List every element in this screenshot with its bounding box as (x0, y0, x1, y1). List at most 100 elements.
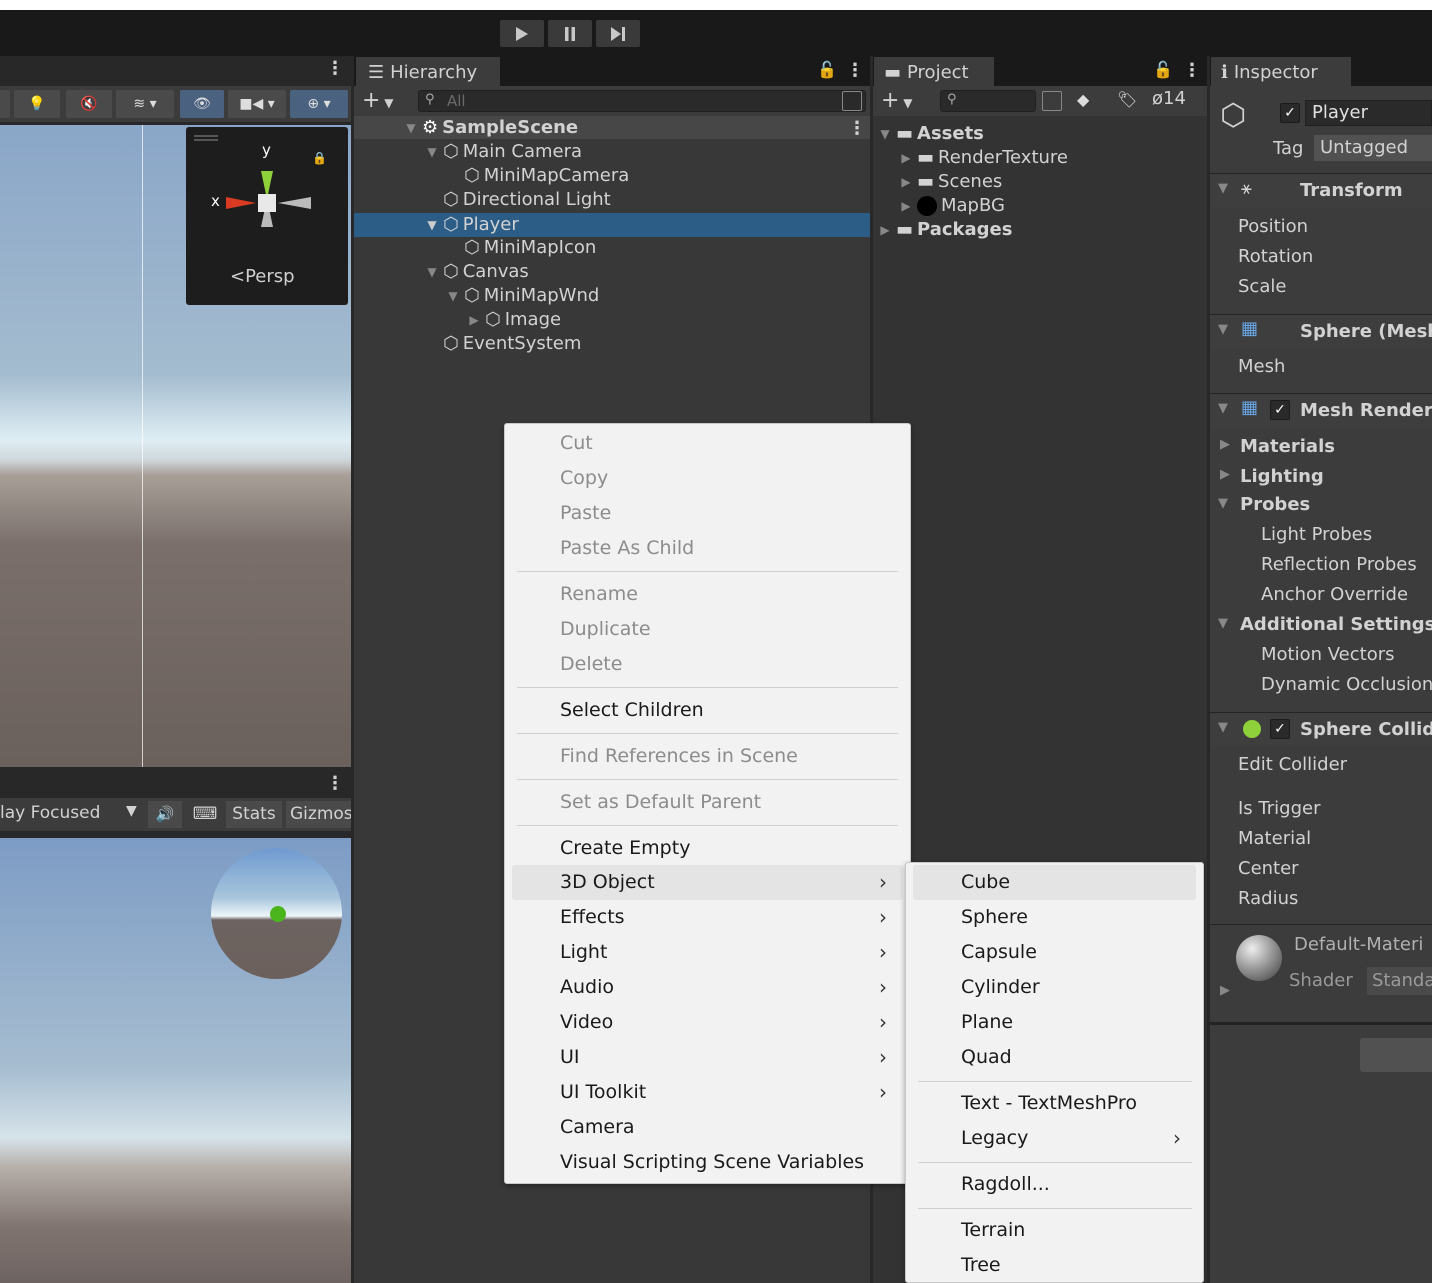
tree-row-samplescene[interactable]: ▼ ⚙ SampleScene (404, 116, 870, 140)
menu-item-camera[interactable]: Camera (560, 1110, 635, 1145)
keyboard-toggle[interactable]: ⌨ (186, 801, 224, 828)
submenu-item-tree[interactable]: Tree (961, 1248, 1001, 1283)
gizmos-dropdown[interactable]: ⊕ ▾ (290, 90, 348, 118)
edit-collider-label[interactable]: Edit Collider (1238, 754, 1347, 775)
stats-button[interactable]: Stats (226, 801, 282, 828)
hierarchy-lock-icon[interactable]: 🔓 (817, 60, 837, 79)
tab-project[interactable]: ▬ Project (874, 57, 994, 87)
menu-item-video[interactable]: Video (560, 1005, 613, 1040)
menu-item-visual-scripting-variables[interactable]: Visual Scripting Scene Variables (560, 1145, 864, 1180)
focus-mode-dropdown[interactable]: lay Focused ▼ (0, 803, 145, 827)
tab-hierarchy[interactable]: ☰ Hierarchy (356, 57, 500, 87)
gizmos-button[interactable]: Gizmos (286, 801, 351, 828)
hierarchy-search-input[interactable]: All (418, 90, 866, 112)
project-row-mapbg[interactable]: ▶ MapBG (899, 194, 1005, 218)
scene-tool-2d[interactable] (0, 90, 10, 118)
effects-dropdown[interactable]: ≋ ▾ (116, 90, 174, 118)
submenu-item-sphere[interactable]: Sphere (961, 900, 1028, 935)
submenu-item-capsule[interactable]: Capsule (961, 935, 1037, 970)
visibility-toggle[interactable]: 👁 (180, 90, 224, 118)
menu-item-ui[interactable]: UI (560, 1040, 580, 1075)
menu-item-copy[interactable]: Copy (560, 461, 608, 496)
tree-row-directional-light[interactable]: ⬡ Directional Light (443, 188, 611, 212)
submenu-item-ragdoll[interactable]: Ragdoll... (961, 1167, 1050, 1202)
scene-visibility-icon[interactable] (842, 91, 862, 111)
menu-item-set-default-parent[interactable]: Set as Default Parent (560, 785, 761, 820)
project-menu-icon[interactable]: ⋮ (1183, 62, 1201, 80)
scene-row-menu-icon[interactable]: ⋮ (848, 120, 866, 138)
submenu-item-legacy[interactable]: Legacy (961, 1121, 1028, 1156)
pause-button[interactable] (548, 20, 592, 47)
audio-toggle[interactable]: 🔇 (66, 90, 112, 118)
row-label: SampleScene (442, 117, 579, 138)
menu-item-delete[interactable]: Delete (560, 647, 622, 682)
menu-item-audio[interactable]: Audio (560, 970, 614, 1005)
tree-row-minimap-wnd[interactable]: ▼ ⬡ MiniMapWnd (446, 284, 599, 308)
tree-row-canvas[interactable]: ▼ ⬡ Canvas (425, 260, 528, 284)
hierarchy-create-button[interactable]: + ▼ (362, 88, 393, 113)
axis-gizmo-icon[interactable] (216, 139, 326, 249)
material-sphere-preview (1236, 935, 1282, 981)
orientation-gizmo[interactable]: 🔒 y x <Persp (186, 127, 348, 305)
menu-item-ui-toolkit[interactable]: UI Toolkit (560, 1075, 646, 1110)
scene-menu-icon[interactable]: ⋮ (326, 60, 344, 78)
gameobject-cube-icon[interactable]: ⬡ (1220, 98, 1246, 133)
submenu-item-terrain[interactable]: Terrain (961, 1213, 1025, 1248)
menu-item-light[interactable]: Light (560, 935, 607, 970)
tree-row-minimap-camera[interactable]: ⬡ MiniMapCamera (464, 164, 629, 188)
play-button[interactable] (500, 20, 544, 47)
submenu-item-cube[interactable]: Cube (961, 865, 1010, 900)
tree-row-player[interactable]: ▼ ⬡ Player (354, 213, 870, 237)
shader-dropdown[interactable]: Standa (1367, 967, 1432, 995)
add-component-button[interactable] (1360, 1038, 1432, 1072)
reflection-probes-label: Reflection Probes (1261, 554, 1417, 575)
search-by-type-icon[interactable] (1042, 91, 1062, 111)
mesh-renderer-enabled-checkbox[interactable]: ✓ (1270, 400, 1290, 420)
project-lock-icon[interactable]: 🔓 (1153, 60, 1173, 79)
tree-row-eventsystem[interactable]: ⬡ EventSystem (443, 332, 581, 356)
materials-foldout[interactable]: Materials (1240, 436, 1335, 457)
menu-item-duplicate[interactable]: Duplicate (560, 612, 651, 647)
filter-by-type-icon[interactable]: ◆ (1077, 90, 1089, 109)
additional-settings-foldout[interactable]: Additional Settings (1240, 614, 1432, 635)
menu-item-create-empty[interactable]: Create Empty (560, 831, 690, 866)
menu-item-select-children[interactable]: Select Children (560, 693, 704, 728)
lighting-foldout[interactable]: Lighting (1240, 466, 1324, 487)
projection-toggle[interactable]: <Persp (230, 266, 295, 287)
submenu-item-plane[interactable]: Plane (961, 1005, 1013, 1040)
project-row-scenes[interactable]: ▶ ▬ Scenes (899, 170, 1002, 194)
sphere-collider-enabled-checkbox[interactable]: ✓ (1270, 719, 1290, 739)
project-row-rendertexture[interactable]: ▶ ▬ RenderTexture (899, 146, 1068, 170)
submenu-item-quad[interactable]: Quad (961, 1040, 1012, 1075)
active-checkbox[interactable]: ✓ (1280, 103, 1300, 123)
mute-audio-toggle[interactable]: 🔊 (148, 801, 182, 828)
camera-dropdown[interactable]: ■◀ ▾ (228, 90, 286, 118)
object-name-field[interactable]: Player (1305, 100, 1432, 126)
lighting-toggle[interactable]: 💡 (14, 90, 60, 118)
project-row-assets[interactable]: ▼ ▬ Assets (878, 122, 984, 146)
menu-item-effects[interactable]: Effects (560, 900, 625, 935)
filter-by-label-icon[interactable]: 🏷 (1117, 90, 1137, 109)
submenu-item-cylinder[interactable]: Cylinder (961, 970, 1040, 1005)
game-menu-icon[interactable]: ⋮ (326, 775, 344, 793)
tree-row-minimap-icon[interactable]: ⬡ MiniMapIcon (464, 236, 596, 260)
step-button[interactable] (596, 20, 640, 47)
menu-item-rename[interactable]: Rename (560, 577, 638, 612)
menu-item-cut[interactable]: Cut (560, 426, 593, 461)
menu-item-find-references[interactable]: Find References in Scene (560, 739, 798, 774)
probes-foldout[interactable]: Probes (1240, 494, 1310, 515)
hierarchy-menu-icon[interactable]: ⋮ (846, 62, 864, 80)
collapsed-arrow-icon: ▶ (901, 151, 911, 165)
tab-inspector[interactable]: ℹ Inspector (1211, 57, 1351, 87)
menu-item-paste-as-child[interactable]: Paste As Child (560, 531, 694, 566)
hidden-packages-toggle[interactable]: ø14 (1152, 88, 1186, 109)
tree-row-main-camera[interactable]: ▼ ⬡ Main Camera (425, 140, 582, 164)
collapsed-arrow-icon: ▶ (1220, 437, 1230, 452)
menu-item-paste[interactable]: Paste (560, 496, 611, 531)
project-row-packages[interactable]: ▶ ▬ Packages (878, 218, 1012, 242)
tag-dropdown[interactable]: Untagged (1314, 135, 1432, 161)
menu-item-3d-object[interactable]: 3D Object (560, 865, 655, 900)
project-create-button[interactable]: + ▼ (881, 88, 912, 113)
submenu-item-textmeshpro[interactable]: Text - TextMeshPro (961, 1086, 1137, 1121)
tree-row-image[interactable]: ▶ ⬡ Image (467, 308, 561, 332)
